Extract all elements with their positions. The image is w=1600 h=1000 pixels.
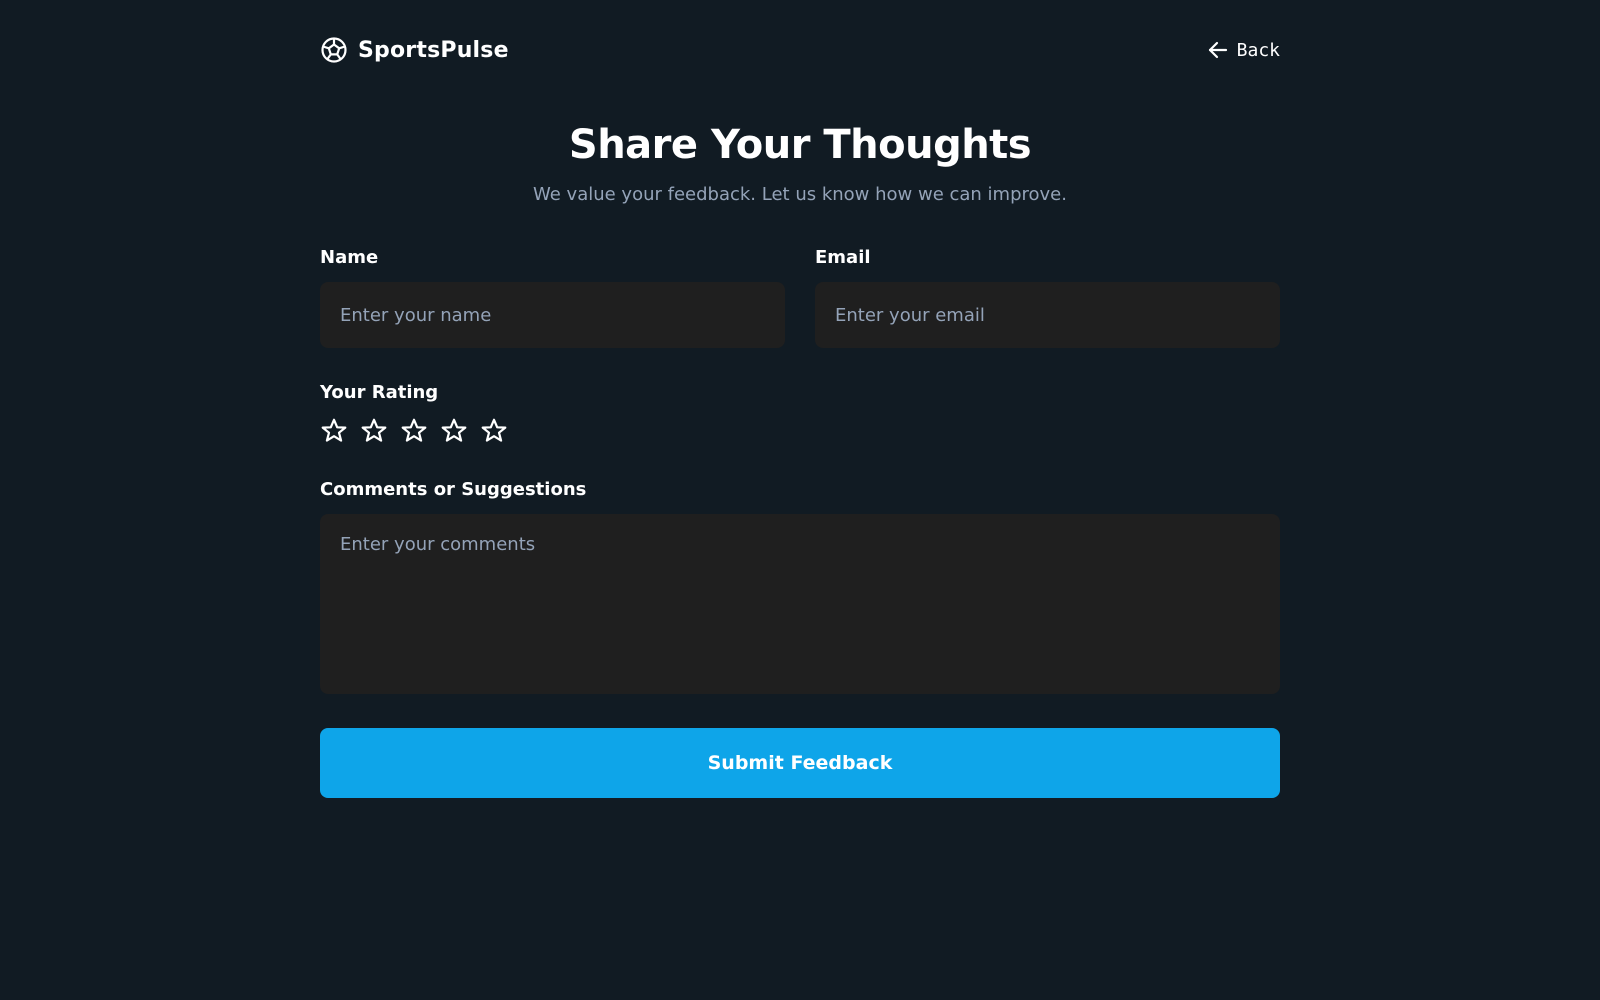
name-field-group: Name <box>320 247 785 348</box>
email-input[interactable] <box>815 282 1280 348</box>
star-icon[interactable] <box>480 417 508 445</box>
rating-label: Your Rating <box>320 382 439 403</box>
email-label: Email <box>815 247 871 268</box>
content-container: SportsPulse Back Share Your Thoughts We … <box>320 0 1280 798</box>
brand-name: SportsPulse <box>358 37 509 63</box>
name-input[interactable] <box>320 282 785 348</box>
back-button[interactable]: Back <box>1207 39 1280 61</box>
comments-label: Comments or Suggestions <box>320 479 587 500</box>
email-field-group: Email <box>815 247 1280 348</box>
submit-feedback-button[interactable]: Submit Feedback <box>320 728 1280 798</box>
contact-row: Name Email <box>320 247 1280 348</box>
arrow-left-icon <box>1207 39 1229 61</box>
star-icon[interactable] <box>320 417 348 445</box>
comments-group: Comments or Suggestions <box>320 479 1280 698</box>
hero: Share Your Thoughts We value your feedba… <box>320 122 1280 205</box>
comments-textarea[interactable] <box>320 514 1280 694</box>
page-subtitle: We value your feedback. Let us know how … <box>533 184 1067 205</box>
feedback-form: Name Email Your Rating Comments or Sugge… <box>320 247 1280 798</box>
star-icon[interactable] <box>440 417 468 445</box>
feedback-page: SportsPulse Back Share Your Thoughts We … <box>0 0 1600 1000</box>
name-label: Name <box>320 247 379 268</box>
star-icon[interactable] <box>360 417 388 445</box>
rating-group: Your Rating <box>320 382 1280 445</box>
star-rating <box>320 417 1280 445</box>
back-label: Back <box>1236 39 1280 61</box>
brand[interactable]: SportsPulse <box>320 35 509 65</box>
top-bar: SportsPulse Back <box>320 0 1280 100</box>
soccer-ball-icon <box>320 36 348 64</box>
star-icon[interactable] <box>400 417 428 445</box>
page-title: Share Your Thoughts <box>568 122 1032 168</box>
